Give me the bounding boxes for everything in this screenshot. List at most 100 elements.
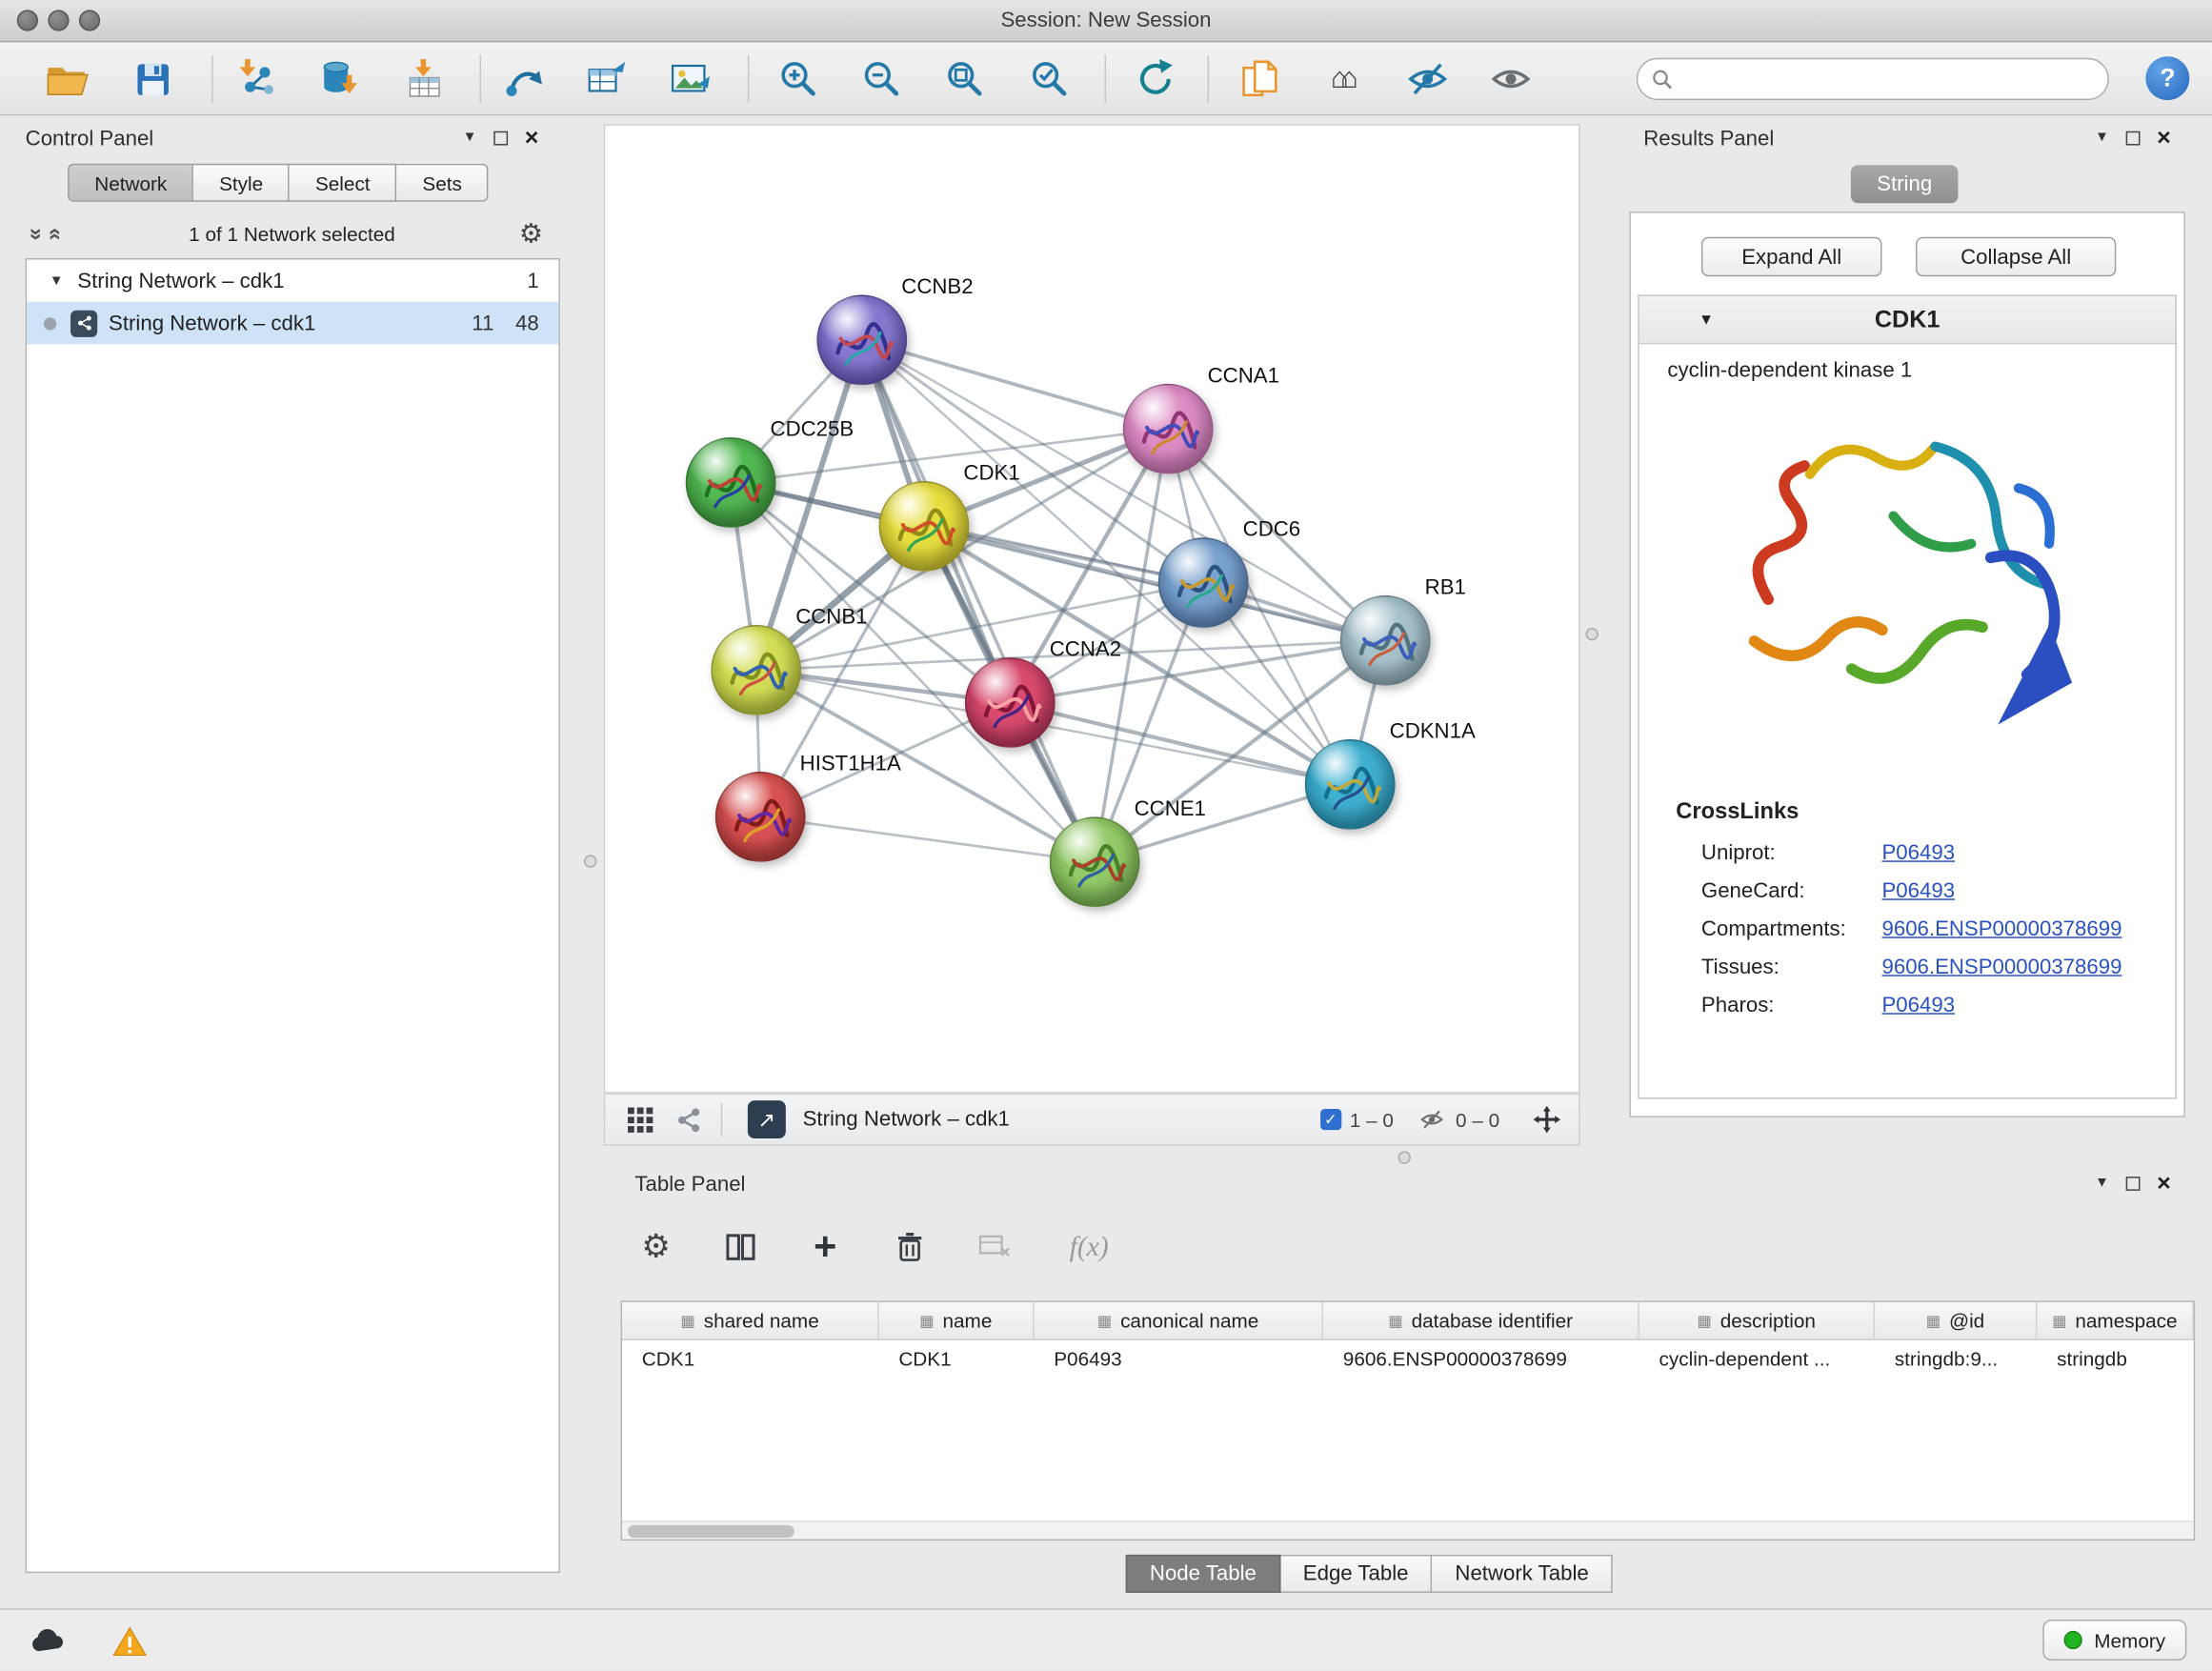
network-node-cdk1[interactable]: [879, 481, 970, 572]
crosslink-link[interactable]: P06493: [1881, 879, 1955, 903]
column-header[interactable]: ▦database identifier: [1323, 1302, 1639, 1339]
open-in-browser-button[interactable]: ↗: [748, 1100, 786, 1138]
share-network-button[interactable]: [664, 1096, 712, 1143]
cell-name: CDK1: [879, 1340, 1035, 1378]
memory-button[interactable]: Memory: [2043, 1620, 2186, 1661]
network-node-ccna2[interactable]: [965, 657, 1056, 748]
import-network-file-button[interactable]: [227, 53, 289, 104]
float-panel-icon[interactable]: ▼: [2095, 1176, 2109, 1191]
crosslink-link[interactable]: P06493: [1881, 841, 1955, 865]
gene-section-header[interactable]: ▼ CDK1: [1639, 296, 2176, 344]
crosslink-row: Tissues: 9606.ENSP00000378699: [1639, 948, 2176, 986]
warnings-button[interactable]: [102, 1621, 158, 1661]
column-header[interactable]: ▦canonical name: [1034, 1302, 1323, 1339]
first-neighbors-button[interactable]: ⌂⌂: [1314, 53, 1376, 104]
network-node-cdkn1a[interactable]: [1305, 739, 1396, 830]
table-header-row: ▦shared name ▦name ▦canonical name ▦data…: [622, 1302, 2194, 1340]
network-node-cdc6[interactable]: [1158, 537, 1249, 628]
tab-network-table[interactable]: Network Table: [1433, 1555, 1613, 1593]
refresh-icon: [1135, 58, 1176, 100]
horizontal-scrollbar[interactable]: [622, 1520, 2194, 1539]
columns-icon: [725, 1232, 756, 1263]
maximize-panel-icon[interactable]: [2126, 1176, 2141, 1190]
function-builder-button[interactable]: f(x): [1056, 1223, 1123, 1271]
open-session-button[interactable]: [37, 53, 99, 104]
network-view[interactable]: CCNB2CCNA1CDC25BCDK1CDC6RB1CCNB1CCNA2CDK…: [604, 124, 1580, 1093]
network-node-ccnb1[interactable]: [711, 625, 801, 715]
network-node-hist1h1a[interactable]: [715, 772, 806, 862]
network-edge[interactable]: [760, 816, 1095, 861]
column-header[interactable]: ▦name: [879, 1302, 1035, 1339]
column-header[interactable]: ▦description: [1639, 1302, 1875, 1339]
table-row[interactable]: CDK1 CDK1 P06493 9606.ENSP00000378699 cy…: [622, 1340, 2194, 1378]
zoom-out-button[interactable]: [851, 53, 913, 104]
collapse-all-button[interactable]: Collapse All: [1916, 237, 2116, 276]
create-column-button[interactable]: +: [801, 1223, 849, 1271]
network-node-ccnb2[interactable]: [816, 295, 907, 386]
collapse-all-networks-icon[interactable]: »: [42, 224, 68, 244]
table-options-button[interactable]: ⚙: [632, 1223, 679, 1271]
column-icon: ▦: [1388, 1311, 1402, 1329]
help-button[interactable]: ?: [2145, 56, 2189, 100]
tab-select[interactable]: Select: [290, 164, 396, 202]
cloud-status-button[interactable]: [20, 1621, 76, 1661]
open-folder-icon: [45, 59, 90, 98]
export-image-button[interactable]: [659, 53, 721, 104]
import-table-button[interactable]: [393, 53, 455, 104]
new-table-button[interactable]: [575, 53, 637, 104]
close-panel-icon[interactable]: ×: [2157, 131, 2171, 145]
maximize-panel-icon[interactable]: [2126, 131, 2141, 145]
new-network-button[interactable]: [493, 53, 555, 104]
network-row-selected[interactable]: String Network – cdk1 11 48: [27, 302, 558, 344]
show-columns-button[interactable]: [716, 1223, 764, 1271]
network-node-ccne1[interactable]: [1050, 816, 1140, 907]
selected-checkbox-icon[interactable]: ✓: [1320, 1109, 1341, 1130]
crosslink-link[interactable]: P06493: [1881, 994, 1955, 1017]
maximize-panel-icon[interactable]: [493, 131, 508, 145]
protein-structure-thumb: [966, 659, 1056, 750]
splitter-handle[interactable]: [1585, 628, 1598, 640]
copy-document-button[interactable]: [1229, 53, 1291, 104]
crosslink-link[interactable]: 9606.ENSP00000378699: [1881, 956, 2122, 979]
network-node-rb1[interactable]: [1340, 595, 1431, 686]
save-session-button[interactable]: [121, 53, 183, 104]
float-panel-icon[interactable]: ▼: [2095, 130, 2109, 145]
show-all-button[interactable]: [1479, 53, 1541, 104]
close-panel-icon[interactable]: ×: [525, 131, 539, 145]
zoom-selected-button[interactable]: [1018, 53, 1080, 104]
tab-node-table[interactable]: Node Table: [1126, 1555, 1280, 1593]
column-header[interactable]: ▦shared name: [622, 1302, 879, 1339]
tab-network[interactable]: Network: [68, 164, 193, 202]
zoom-fit-button[interactable]: [934, 53, 995, 104]
tab-string[interactable]: String: [1851, 165, 1959, 203]
scrollbar-thumb[interactable]: [628, 1525, 794, 1538]
close-panel-icon[interactable]: ×: [2157, 1176, 2171, 1190]
crosslink-link[interactable]: 9606.ENSP00000378699: [1881, 917, 2122, 941]
search-input[interactable]: [1681, 68, 2107, 91]
hide-selected-button[interactable]: [1397, 53, 1458, 104]
column-header[interactable]: ▦@id: [1875, 1302, 2037, 1339]
birds-eye-view-button[interactable]: [616, 1096, 664, 1143]
pan-mode-button[interactable]: [1522, 1096, 1570, 1143]
splitter-handle[interactable]: [1398, 1151, 1411, 1163]
table-tabs: Node Table Edge Table Network Table: [1126, 1555, 1613, 1593]
image-icon: [669, 58, 711, 100]
network-options-gear-icon[interactable]: ⚙: [519, 219, 543, 251]
collapse-arrow-icon[interactable]: ▼: [50, 273, 64, 289]
network-node-ccna1[interactable]: [1123, 384, 1214, 474]
network-node-cdc25b[interactable]: [686, 437, 776, 528]
column-header[interactable]: ▦namespace: [2037, 1302, 2193, 1339]
import-network-database-button[interactable]: [309, 53, 371, 104]
network-collection-row[interactable]: ▼ String Network – cdk1 1: [27, 259, 558, 301]
collapse-section-icon[interactable]: ▼: [1699, 312, 1714, 329]
zoom-in-button[interactable]: [768, 53, 830, 104]
delete-column-button[interactable]: [886, 1223, 934, 1271]
apply-layout-button[interactable]: [1124, 53, 1186, 104]
network-edge[interactable]: [862, 340, 1095, 862]
tab-edge-table[interactable]: Edge Table: [1280, 1555, 1433, 1593]
float-panel-icon[interactable]: ▼: [463, 130, 477, 145]
expand-all-button[interactable]: Expand All: [1701, 237, 1882, 276]
tab-style[interactable]: Style: [193, 164, 290, 202]
splitter-handle[interactable]: [584, 855, 596, 867]
tab-sets[interactable]: Sets: [397, 164, 489, 202]
